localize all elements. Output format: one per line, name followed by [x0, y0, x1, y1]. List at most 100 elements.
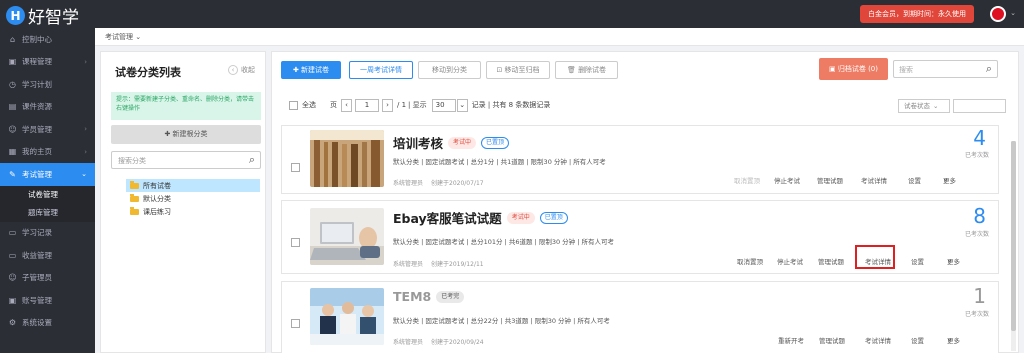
sidebar-item-records[interactable]: ▭ 学习记录 [0, 222, 95, 245]
restart-exam-button[interactable]: 重新开考 [778, 335, 804, 345]
chevron-down-icon: ⌄ [933, 102, 939, 110]
weekly-detail-button[interactable]: 一周考试详情 [349, 61, 413, 79]
chevron-down-icon: ⌄ [81, 170, 87, 179]
select-all-checkbox[interactable] [289, 100, 298, 110]
category-tree: 所有试卷 默认分类 课后练习 [126, 179, 260, 218]
row-checkbox[interactable] [291, 319, 300, 328]
move-archive-button[interactable]: ⊡ 移动至归档 [486, 61, 550, 79]
sidebar-item-homepage[interactable]: ▦ 我的主页 › [0, 141, 95, 164]
delete-exam-button[interactable]: 🗑 删除试卷 [555, 61, 618, 79]
exam-count: 4 [973, 126, 986, 150]
manage-questions-button[interactable]: 管理试题 [817, 175, 843, 185]
avatar[interactable] [990, 6, 1006, 22]
category-search[interactable]: 搜索分类 ⌕ [111, 151, 261, 169]
new-exam-button[interactable]: ✚ 新建试卷 [281, 61, 341, 79]
exam-title[interactable]: Ebay客服笔试试题 考试中 已置顶 [393, 208, 568, 227]
sidebar-item-courses[interactable]: ▣ 课程管理 › [0, 51, 95, 74]
exam-title[interactable]: TEM8 已考完 [393, 289, 465, 304]
chevron-right-icon: › [84, 57, 87, 66]
exam-created-date: 创建于2020/09/24 [431, 339, 484, 346]
account-icon: ▣ [8, 295, 17, 305]
sidebar-item-label: 系统设置 [22, 318, 52, 328]
exam-created-date: 创建于2019/12/11 [431, 261, 484, 268]
manage-questions-button[interactable]: 管理试题 [819, 335, 845, 345]
row-checkbox[interactable] [291, 163, 300, 172]
tree-item-label: 课后练习 [143, 207, 171, 216]
status-filter-select[interactable]: 试卷状态 ⌄ [898, 99, 950, 113]
move-category-button[interactable]: 移动到分类 [418, 61, 481, 79]
tree-item-label: 默认分类 [143, 194, 171, 203]
unpin-button[interactable]: 取消置顶 [737, 256, 763, 266]
chevron-down-icon[interactable]: ⌄ [1010, 9, 1016, 17]
exam-card[interactable]: Ebay客服笔试试题 考试中 已置顶 默认分类 | 固定试题考试 | 总分101分 … [281, 200, 999, 274]
collapse-button[interactable]: ‹ 收起 [228, 65, 255, 75]
search-icon[interactable]: ⌕ [986, 62, 992, 76]
exam-meta: 默认分类 | 固定试题考试 | 总分1分 | 共1道题 | 限制30 分钟 | … [393, 158, 606, 166]
sidebar-subitem-question-bank[interactable]: 题库管理 [0, 203, 95, 222]
scrollbar-thumb[interactable] [1011, 141, 1016, 331]
category-search-input[interactable]: 搜索分类 [118, 156, 146, 166]
sidebar-subitem-exam-papers[interactable]: 试卷管理 [0, 185, 95, 204]
stop-exam-button[interactable]: 停止考试 [777, 256, 803, 266]
sidebar-item-label: 账号管理 [22, 295, 52, 305]
next-page-button[interactable]: › [382, 98, 393, 112]
chevron-down-icon[interactable]: ⌄ [456, 98, 468, 112]
exam-detail-button[interactable]: 考试详情 [865, 335, 891, 345]
vip-badge[interactable]: 白金会员，到期时间：永久使用 [860, 5, 974, 23]
sidebar-item-exams[interactable]: ✎ 考试管理 ⌄ [0, 163, 95, 186]
homepage-icon: ▦ [8, 147, 17, 157]
exam-count: 1 [973, 284, 986, 308]
sidebar-item-students[interactable]: ☺ 学员管理 › [0, 118, 95, 141]
sidebar-item-settings[interactable]: ⚙ 系统设置 [0, 312, 95, 335]
delete-exam-label: 删除试卷 [578, 66, 607, 74]
income-icon: ▭ [8, 250, 17, 260]
exam-creator: 系统管理员 [393, 339, 424, 346]
highlight-box [855, 245, 895, 269]
exam-title[interactable]: 培训考核 考试中 已置顶 [393, 133, 510, 152]
row-checkbox[interactable] [291, 238, 300, 247]
settings-button[interactable]: 设置 [908, 175, 921, 185]
exam-thumbnail[interactable] [310, 208, 384, 265]
sidebar-item-account[interactable]: ▣ 账号管理 [0, 289, 95, 312]
exam-card[interactable]: 培训考核 考试中 已置顶 默认分类 | 固定试题考试 | 总分1分 | 共1道题 |… [281, 125, 999, 194]
status-badge: 考试中 [506, 211, 535, 224]
exam-search-input[interactable]: 搜索 [899, 65, 913, 75]
manage-questions-button[interactable]: 管理试题 [818, 256, 844, 266]
exam-thumbnail[interactable] [310, 288, 384, 345]
folder-icon [130, 206, 139, 215]
total-pages: / 1 [397, 101, 407, 109]
sidebar-item-income[interactable]: ▭ 收益管理 [0, 244, 95, 267]
logo[interactable]: H 好智学 [6, 3, 79, 28]
search-icon[interactable]: ⌕ [249, 153, 255, 167]
sidebar-item-sub-admins[interactable]: ☺ 子管理员 [0, 267, 95, 290]
tree-item[interactable]: 课后练习 [126, 205, 260, 218]
stop-exam-button[interactable]: 停止考试 [774, 175, 800, 185]
settings-button[interactable]: 设置 [911, 256, 924, 266]
status-filter-input[interactable] [953, 99, 1006, 113]
tree-item[interactable]: 所有试卷 [126, 179, 260, 192]
pagination-bar: 全选 页 ‹ 1 › / 1 | 显示 30 ⌄ 记录 | 共有 8 条数据记录 [289, 98, 550, 112]
exam-card[interactable]: TEM8 已考完 默认分类 | 固定试题考试 | 总分22分 | 共3道题 | 限… [281, 281, 999, 353]
exam-thumbnail[interactable] [310, 130, 384, 187]
exam-meta: 默认分类 | 固定试题考试 | 总分101分 | 共6道题 | 限制30 分钟 … [393, 238, 614, 246]
panel-title: 试卷分类列表 [115, 66, 181, 79]
new-category-button[interactable]: ✚ 新建根分类 [111, 125, 261, 144]
trash-icon: 🗑 [566, 66, 579, 74]
exam-detail-button[interactable]: 考试详情 [861, 175, 887, 185]
sidebar-item-resources[interactable]: ▤ 课件资源 [0, 96, 95, 119]
prev-page-button[interactable]: ‹ [341, 98, 352, 112]
sidebar-item-plan[interactable]: ◷ 学习计划 [0, 73, 95, 96]
page-input[interactable]: 1 [355, 98, 379, 112]
breadcrumb-label[interactable]: 考试管理 [105, 33, 133, 41]
exam-creator-line: 系统管理员 创建于2020/09/24 [393, 337, 492, 346]
page-size-select[interactable]: 30 [431, 98, 456, 112]
settings-button[interactable]: 设置 [911, 335, 924, 345]
sidebar-item-dashboard[interactable]: ⌂ 控制中心 [0, 28, 95, 51]
unpin-button[interactable]: 取消置顶 [734, 175, 760, 185]
tree-item[interactable]: 默认分类 [126, 192, 260, 205]
archive-button[interactable]: ▣ 归档试卷 (0) [819, 58, 888, 80]
sidebar-item-label: 学员管理 [22, 124, 52, 134]
scrollbar[interactable] [1011, 141, 1016, 351]
sidebar-item-label: 课件资源 [22, 102, 52, 112]
exam-search[interactable]: 搜索 ⌕ [893, 60, 998, 78]
